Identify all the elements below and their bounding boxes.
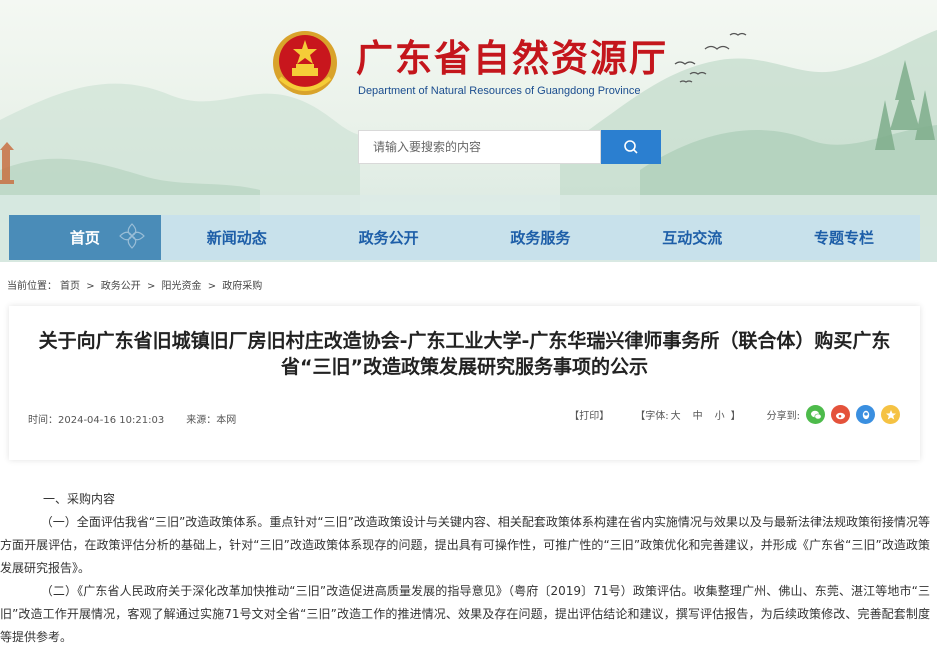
nav-item-gov-services[interactable]: 政务服务 — [464, 215, 616, 260]
weibo-icon[interactable] — [831, 405, 850, 424]
paragraph: （一）全面评估我省“三旧”改造政策体系。重点针对“三旧”改造政策设计与关键内容、… — [0, 515, 930, 575]
article-meta: 时间：2024-04-16 10:21:03 来源：本网 — [28, 411, 236, 426]
nav-item-interaction[interactable]: 互动交流 — [616, 215, 768, 260]
wechat-icon[interactable] — [806, 405, 825, 424]
font-size-close: 】 — [730, 411, 741, 422]
breadcrumb-link-sunshine-funds[interactable]: 阳光资金 — [162, 281, 202, 292]
nav-item-home[interactable]: 首页 — [9, 215, 161, 260]
header-banner: 广东省自然资源厅 Department of Natural Resources… — [0, 0, 937, 262]
font-small-button[interactable]: 小 — [715, 407, 725, 422]
font-medium-button[interactable]: 中 — [693, 407, 703, 422]
nav-item-label: 首页 — [69, 229, 100, 247]
search-input[interactable]: 请输入要搜索的内容 — [358, 130, 601, 164]
site-title: 广东省自然资源厅 — [356, 36, 668, 80]
breadcrumb-separator: > — [86, 281, 95, 292]
nav-item-news[interactable]: 新闻动态 — [161, 215, 313, 260]
nav-item-gov-affairs[interactable]: 政务公开 — [313, 215, 465, 260]
breadcrumb: 当前位置： 首页 > 政务公开 > 阳光资金 > 政府采购 — [7, 277, 265, 292]
search-button[interactable] — [601, 130, 661, 164]
qzone-icon[interactable] — [881, 405, 900, 424]
font-large-button[interactable]: 大 — [671, 407, 681, 422]
article-header-card: 关于向广东省旧城镇旧厂房旧村庄改造协会-广东工业大学-广东华瑞兴律师事务所（联合… — [9, 306, 920, 460]
nav-item-special-topics[interactable]: 专题专栏 — [768, 215, 920, 260]
publish-time: 2024-04-16 10:21:03 — [58, 415, 165, 426]
breadcrumb-link-gov-affairs[interactable]: 政务公开 — [101, 281, 141, 292]
article-title: 关于向广东省旧城镇旧厂房旧村庄改造协会-广东工业大学-广东华瑞兴律师事务所（联合… — [38, 330, 891, 378]
print-button[interactable]: 【打印】 — [569, 407, 609, 422]
font-size-label: 【字体: — [635, 411, 669, 422]
breadcrumb-separator: > — [207, 281, 217, 292]
breadcrumb-prefix: 当前位置： — [7, 281, 57, 292]
share-label: 分享到: — [766, 411, 800, 422]
source-value: 本网 — [216, 415, 237, 426]
breadcrumb-link-home[interactable]: 首页 — [60, 281, 80, 292]
site-subtitle: Department of Natural Resources of Guang… — [358, 85, 641, 97]
search-icon — [624, 140, 638, 154]
time-label: 时间： — [28, 415, 58, 426]
article-tools: 【打印】 【字体: 大 中 小 】 分享到: — [569, 405, 900, 424]
qq-icon[interactable] — [856, 405, 875, 424]
breadcrumb-link-procurement[interactable]: 政府采购 — [222, 281, 262, 292]
section-heading: 一、采购内容 — [43, 492, 116, 506]
national-emblem-icon — [273, 31, 337, 95]
breadcrumb-separator: > — [146, 281, 156, 292]
main-nav: 首页 新闻动态 政务公开 政务服务 互动交流 专题专栏 — [9, 215, 920, 260]
article-content: 一、采购内容 （一）全面评估我省“三旧”改造政策体系。重点针对“三旧”改造政策设… — [0, 488, 930, 649]
source-label: 来源： — [186, 415, 217, 426]
paragraph: （二）《广东省人民政府关于深化改革加快推动“三旧”改造促进高质量发展的指导意见》… — [0, 584, 930, 644]
flower-decoration-icon — [118, 223, 145, 249]
